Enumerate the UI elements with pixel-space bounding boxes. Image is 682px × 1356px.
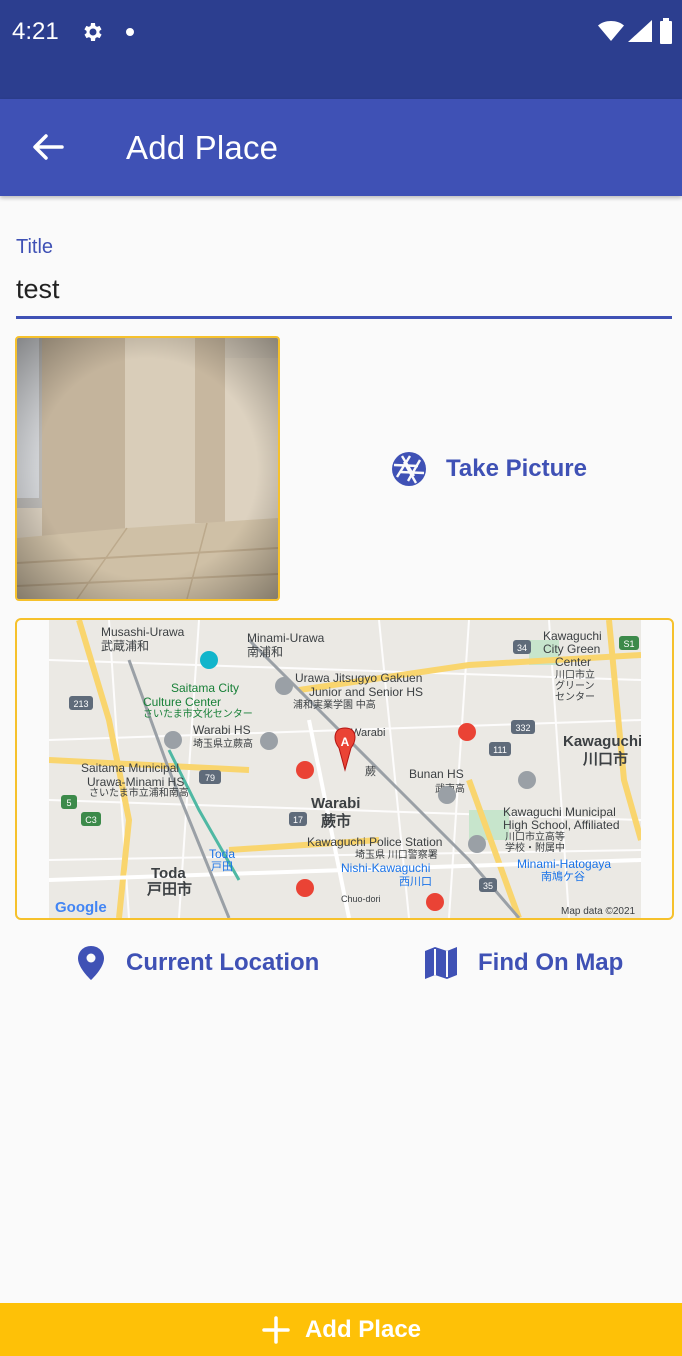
camera-aperture-icon bbox=[392, 452, 426, 486]
add-place-label: Add Place bbox=[304, 1315, 422, 1343]
svg-text:川口市立: 川口市立 bbox=[555, 668, 595, 681]
find-on-map-label: Find On Map bbox=[478, 949, 624, 976]
notification-dot-icon bbox=[126, 28, 134, 36]
svg-text:5: 5 bbox=[66, 798, 71, 808]
svg-text:332: 332 bbox=[515, 723, 530, 733]
svg-text:A: A bbox=[341, 735, 350, 749]
svg-text:Map data ©2021: Map data ©2021 bbox=[561, 906, 636, 917]
svg-text:武蔵浦和: 武蔵浦和 bbox=[101, 639, 149, 653]
svg-text:Warabi: Warabi bbox=[351, 727, 385, 739]
svg-text:Saitama City: Saitama City bbox=[171, 681, 239, 695]
svg-text:Chuo-dori: Chuo-dori bbox=[341, 894, 381, 904]
svg-text:グリーン: グリーン bbox=[555, 679, 595, 692]
svg-text:Nishi-Kawaguchi: Nishi-Kawaguchi bbox=[341, 861, 430, 875]
svg-text:34: 34 bbox=[517, 643, 527, 653]
svg-text:Junior and Senior HS: Junior and Senior HS bbox=[309, 685, 423, 699]
page-title: Add Place bbox=[126, 129, 279, 166]
svg-text:戸田市: 戸田市 bbox=[147, 880, 192, 898]
svg-text:Kawaguchi Police Station: Kawaguchi Police Station bbox=[307, 835, 442, 849]
map-icon bbox=[425, 947, 457, 979]
title-field-label: Title bbox=[16, 236, 54, 258]
photo-preview bbox=[15, 336, 280, 601]
back-arrow-icon[interactable] bbox=[26, 125, 70, 169]
svg-text:17: 17 bbox=[293, 815, 303, 825]
title-input[interactable] bbox=[16, 262, 672, 319]
svg-text:さいたま市立浦和南高: さいたま市立浦和南高 bbox=[89, 786, 189, 799]
svg-text:Warabi HS: Warabi HS bbox=[193, 723, 251, 737]
map-preview[interactable]: Musashi-Urawa 武蔵浦和 Minami-Urawa 南浦和 Kawa… bbox=[15, 618, 674, 920]
svg-text:Kawaguchi: Kawaguchi bbox=[563, 733, 641, 750]
current-location-label: Current Location bbox=[126, 949, 320, 976]
svg-text:川口市: 川口市 bbox=[582, 750, 628, 768]
svg-text:さいたま市文化センター: さいたま市文化センター bbox=[143, 707, 253, 720]
svg-text:Minami-Hatogaya: Minami-Hatogaya bbox=[517, 857, 611, 871]
svg-text:埼玉県立蕨高: 埼玉県立蕨高 bbox=[193, 737, 253, 750]
svg-text:Bunan HS: Bunan HS bbox=[409, 767, 464, 781]
status-time: 4:21 bbox=[12, 18, 59, 45]
svg-text:Urawa Jitsugyo Gakuen: Urawa Jitsugyo Gakuen bbox=[295, 671, 422, 685]
svg-text:Toda: Toda bbox=[209, 847, 235, 861]
svg-text:213: 213 bbox=[73, 699, 88, 709]
svg-text:C3: C3 bbox=[85, 815, 97, 825]
svg-text:Warabi: Warabi bbox=[311, 795, 360, 812]
svg-text:Toda: Toda bbox=[151, 865, 186, 882]
map-label: Musashi-Urawa bbox=[101, 625, 185, 639]
svg-text:川口市立高等: 川口市立高等 bbox=[505, 830, 565, 843]
location-pin-icon bbox=[78, 946, 104, 980]
take-picture-button[interactable]: Take Picture bbox=[390, 448, 587, 490]
svg-text:Kawaguchi Municipal: Kawaguchi Municipal bbox=[503, 805, 616, 819]
svg-text:Saitama Municipal: Saitama Municipal bbox=[81, 761, 179, 775]
app-bar: Add Place bbox=[0, 99, 682, 196]
svg-text:High School, Affiliated: High School, Affiliated bbox=[503, 818, 620, 832]
svg-text:戸田: 戸田 bbox=[211, 861, 233, 873]
google-logo: Google bbox=[55, 899, 107, 916]
map-image: Musashi-Urawa 武蔵浦和 Minami-Urawa 南浦和 Kawa… bbox=[49, 620, 641, 918]
svg-text:Minami-Urawa: Minami-Urawa bbox=[247, 631, 325, 645]
add-place-button[interactable]: Add Place bbox=[0, 1303, 682, 1356]
battery-icon bbox=[660, 18, 672, 44]
current-location-button[interactable]: Current Location bbox=[76, 940, 319, 986]
svg-text:Urawa-Minami HS: Urawa-Minami HS bbox=[87, 775, 184, 789]
room-photo-image bbox=[17, 338, 278, 599]
status-bar: 4:21 bbox=[0, 0, 682, 99]
svg-text:埼玉県 川口警察署: 埼玉県 川口警察署 bbox=[355, 848, 438, 861]
svg-text:蕨市: 蕨市 bbox=[321, 812, 351, 830]
find-on-map-button[interactable]: Find On Map bbox=[424, 940, 623, 986]
signal-icon bbox=[628, 20, 652, 42]
wifi-icon bbox=[598, 21, 624, 41]
svg-text:センター: センター bbox=[555, 691, 595, 703]
svg-text:Kawaguchi: Kawaguchi bbox=[543, 629, 602, 643]
svg-text:Center: Center bbox=[555, 655, 591, 669]
plus-icon bbox=[262, 1315, 290, 1344]
svg-text:南鳩ケ谷: 南鳩ケ谷 bbox=[541, 869, 585, 883]
settings-gear-icon bbox=[84, 23, 102, 41]
svg-text:西川口: 西川口 bbox=[399, 876, 432, 888]
svg-text:79: 79 bbox=[205, 773, 215, 783]
svg-text:Culture Center: Culture Center bbox=[143, 695, 221, 709]
svg-text:学校・附属中: 学校・附属中 bbox=[505, 841, 565, 854]
svg-text:南浦和: 南浦和 bbox=[247, 644, 283, 659]
take-picture-label: Take Picture bbox=[446, 455, 587, 482]
svg-text:蕨: 蕨 bbox=[365, 765, 376, 778]
svg-text:35: 35 bbox=[483, 881, 493, 891]
svg-text:浦和実業学園 中高: 浦和実業学園 中高 bbox=[293, 698, 376, 711]
svg-text:City Green: City Green bbox=[543, 642, 600, 656]
svg-text:111: 111 bbox=[493, 745, 507, 755]
svg-text:S1: S1 bbox=[623, 639, 634, 649]
